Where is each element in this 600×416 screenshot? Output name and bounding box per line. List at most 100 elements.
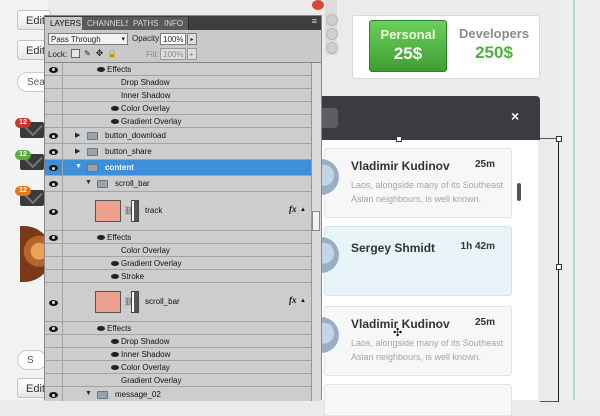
effect-visibility-icon[interactable]	[111, 339, 119, 344]
visibility-toggle[interactable]	[45, 374, 63, 386]
layer-row[interactable]: ▶ button_download	[45, 128, 311, 144]
eye-icon[interactable]	[49, 325, 58, 332]
eye-icon[interactable]	[49, 208, 58, 215]
transform-handle[interactable]	[396, 136, 402, 142]
lock-transparency-icon[interactable]	[71, 49, 80, 58]
visibility-toggle[interactable]	[45, 257, 63, 269]
eye-icon[interactable]	[49, 66, 58, 73]
layer-row[interactable]: Gradient Overlay	[45, 374, 311, 387]
visibility-toggle[interactable]	[45, 76, 63, 88]
message-card[interactable]: Sergey Shmidt 1h 42m	[317, 226, 512, 296]
visibility-toggle[interactable]	[45, 89, 63, 101]
visibility-toggle[interactable]	[45, 361, 63, 373]
layer-row[interactable]: Effects	[45, 322, 311, 335]
layer-row[interactable]: Drop Shadow	[45, 76, 311, 89]
effects-visibility-icon[interactable]	[97, 326, 105, 331]
layer-row[interactable]: ▼ scroll_bar	[45, 176, 311, 192]
messages-scrollbar[interactable]	[517, 183, 521, 201]
visibility-toggle[interactable]	[45, 231, 63, 243]
effect-visibility-icon[interactable]	[111, 352, 119, 357]
tab-info[interactable]: INFO	[159, 17, 190, 30]
visibility-toggle[interactable]	[45, 387, 63, 401]
visibility-toggle[interactable]	[45, 160, 63, 175]
tab-layers[interactable]: LAYERS	[45, 17, 87, 30]
panel-menu-icon[interactable]: ≡	[312, 16, 317, 26]
chevron-down-icon[interactable]: ▼	[85, 179, 92, 186]
message-card[interactable]	[324, 384, 512, 416]
message-card[interactable]: Vladimir Kudinov 25m Laos, alongside man…	[317, 148, 512, 218]
eye-icon[interactable]	[49, 133, 58, 139]
layer-row[interactable]: Color Overlay	[45, 102, 311, 115]
effect-visibility-icon[interactable]	[111, 106, 119, 111]
layer-row[interactable]: ▼ content	[45, 160, 311, 176]
effects-visibility-icon[interactable]	[97, 67, 105, 72]
opacity-input[interactable]: 100%	[160, 33, 186, 45]
layer-row[interactable]: Stroke	[45, 270, 311, 283]
chevron-down-icon[interactable]: ▼	[85, 390, 92, 397]
effect-visibility-icon[interactable]	[111, 261, 119, 266]
lock-position-icon[interactable]: ✥	[95, 49, 104, 58]
layers-scrollbar[interactable]	[311, 63, 321, 401]
eye-icon[interactable]	[49, 149, 58, 155]
layer-row[interactable]: ▶ button_share	[45, 144, 311, 160]
layer-row[interactable]: Drop Shadow	[45, 335, 311, 348]
transform-handle[interactable]	[556, 136, 562, 142]
fill-slider-button[interactable]: ▸	[187, 48, 197, 60]
visibility-toggle[interactable]	[45, 348, 63, 360]
layer-row[interactable]: Inner Shadow	[45, 348, 311, 361]
eye-icon[interactable]	[49, 165, 58, 171]
layer-row[interactable]: Inner Shadow	[45, 89, 311, 102]
transform-bounding-box[interactable]	[540, 138, 559, 402]
visibility-toggle[interactable]	[45, 115, 63, 127]
eye-icon[interactable]	[49, 181, 58, 187]
visibility-toggle[interactable]	[45, 283, 63, 321]
layer-row[interactable]: Gradient Overlay	[45, 115, 311, 128]
layer-row[interactable]: Color Overlay	[45, 244, 311, 257]
lock-all-icon[interactable]: 🔒	[107, 49, 117, 58]
visibility-toggle[interactable]	[45, 63, 63, 75]
chevron-right-icon[interactable]: ▶	[75, 131, 80, 139]
blend-mode-select[interactable]: Pass Through ▾	[48, 33, 128, 45]
visibility-toggle[interactable]	[45, 335, 63, 347]
layer-row[interactable]: ⛓ fx ▲ scroll_bar	[45, 283, 311, 322]
layer-row[interactable]: Color Overlay	[45, 361, 311, 374]
fill-input[interactable]: 100%	[160, 48, 186, 60]
close-icon[interactable]	[312, 0, 324, 10]
visibility-toggle[interactable]	[45, 144, 63, 159]
visibility-toggle[interactable]	[45, 244, 63, 256]
visibility-toggle[interactable]	[45, 102, 63, 114]
eye-icon[interactable]	[49, 392, 58, 398]
close-icon[interactable]: ×	[511, 108, 519, 124]
message-card[interactable]: Vladimir Kudinov 25m Laos, alongside man…	[317, 306, 512, 376]
developers-plan-button[interactable]: Developers 250$	[452, 20, 536, 70]
visibility-toggle[interactable]	[45, 176, 63, 191]
chevron-down-icon[interactable]: ▲	[300, 207, 306, 213]
visibility-toggle[interactable]	[45, 128, 63, 143]
fx-icon[interactable]: fx	[289, 204, 297, 214]
chevron-down-icon[interactable]: ▼	[75, 163, 82, 170]
visibility-toggle[interactable]	[45, 322, 63, 334]
opacity-slider-button[interactable]: ▸	[187, 33, 197, 45]
folder-icon	[97, 180, 108, 188]
personal-plan-button[interactable]: Personal 25$	[369, 20, 447, 72]
lock-pixels-icon[interactable]: ✎	[83, 49, 92, 58]
effect-visibility-icon[interactable]	[111, 365, 119, 370]
chevron-right-icon[interactable]: ▶	[75, 147, 80, 155]
layer-row[interactable]: ▼ message_02	[45, 387, 311, 401]
effects-visibility-icon[interactable]	[97, 235, 105, 240]
visibility-toggle[interactable]	[45, 270, 63, 282]
layer-row[interactable]: Gradient Overlay	[45, 257, 311, 270]
eye-icon[interactable]	[49, 234, 58, 241]
visibility-toggle[interactable]	[45, 192, 63, 230]
chevron-down-icon[interactable]: ▲	[300, 298, 306, 304]
fx-icon[interactable]: fx	[289, 295, 297, 305]
search-input[interactable]: S	[17, 350, 47, 370]
layer-row[interactable]: ⛓ fx ▲ track	[45, 192, 311, 231]
layer-row[interactable]: Effects	[45, 231, 311, 244]
layers-scroll-thumb[interactable]	[312, 211, 320, 231]
effect-visibility-icon[interactable]	[111, 119, 119, 124]
eye-icon[interactable]	[49, 299, 58, 306]
layer-row[interactable]: Effects	[45, 63, 311, 76]
effect-visibility-icon[interactable]	[111, 274, 119, 279]
transform-handle[interactable]	[556, 264, 562, 270]
